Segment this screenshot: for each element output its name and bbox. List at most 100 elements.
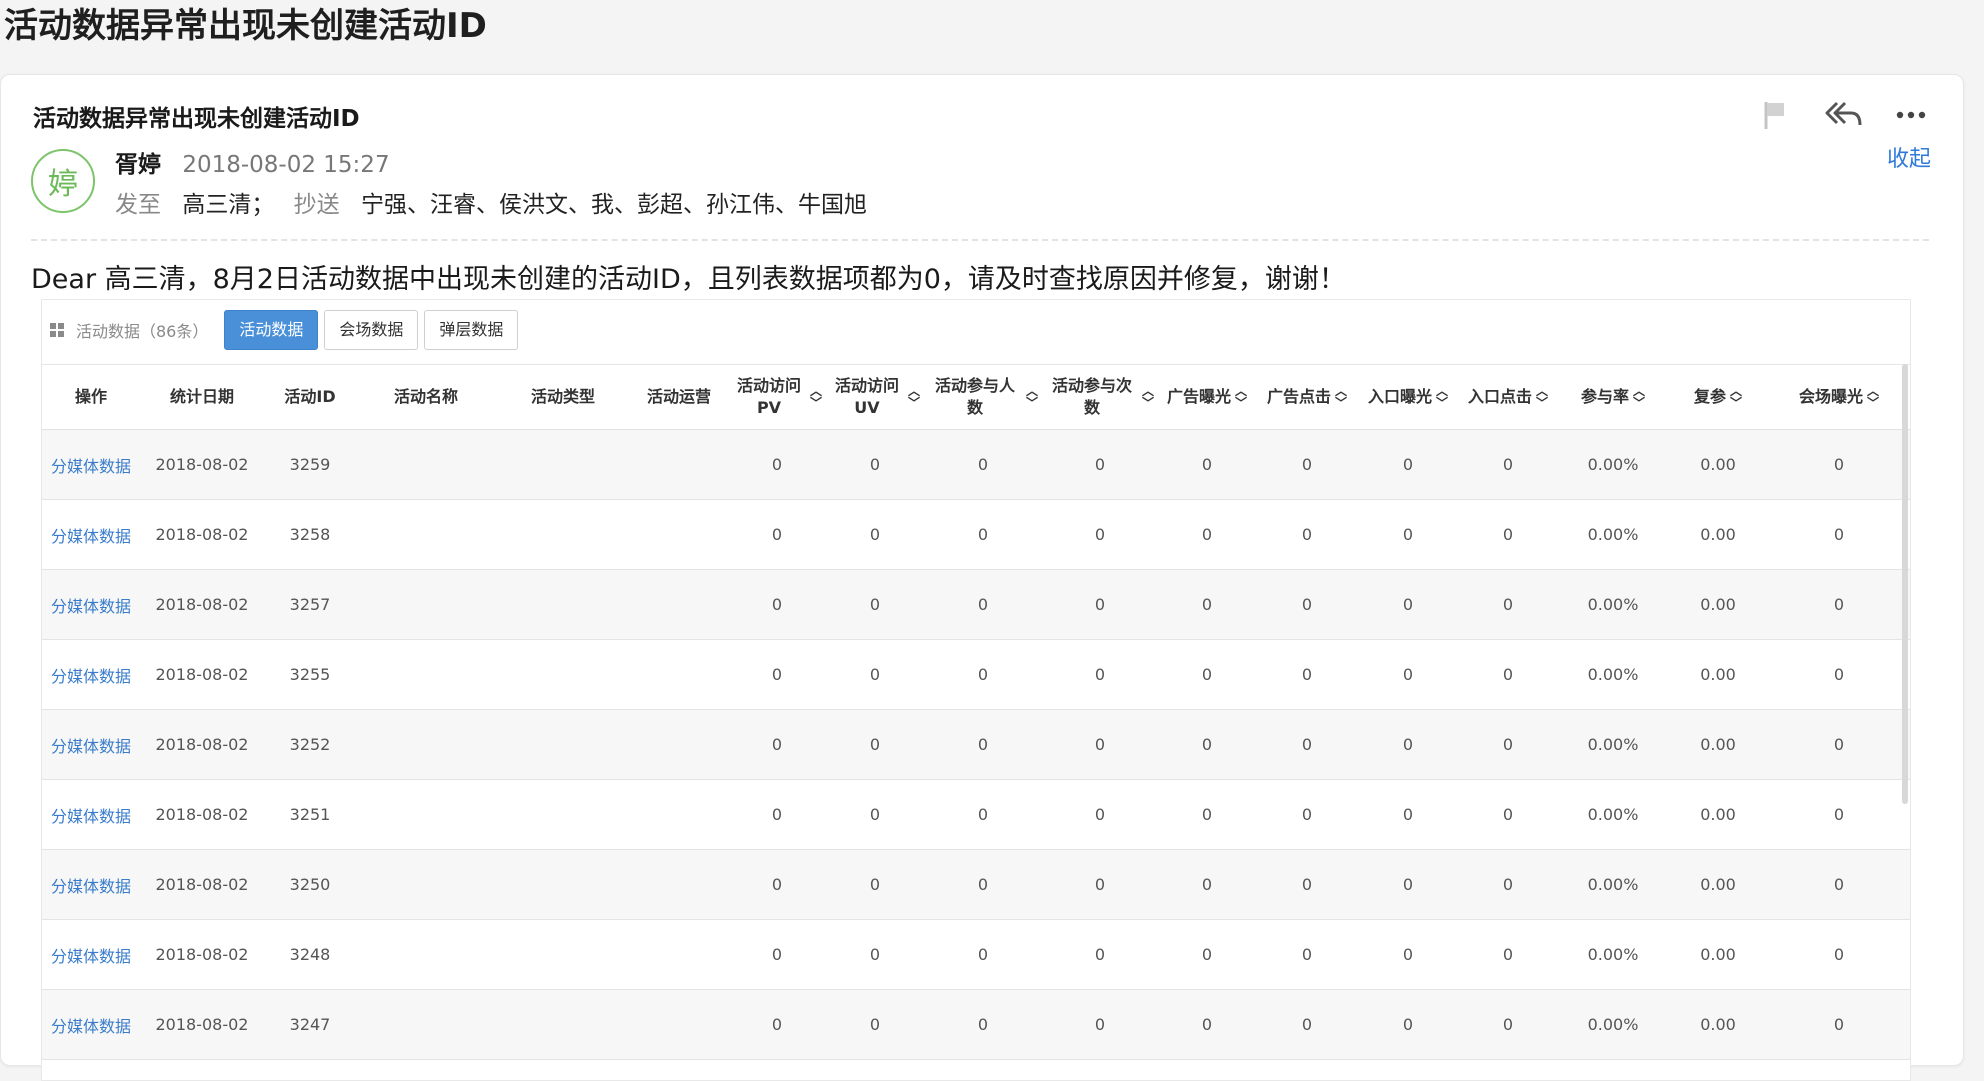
col-header[interactable]: 活动参与次数 ︿ ﹀ bbox=[1042, 364, 1158, 430]
email-actions bbox=[1753, 97, 1933, 133]
cell-ad-click: 0 bbox=[1256, 779, 1358, 850]
media-data-link[interactable]: 分媒体数据 bbox=[51, 807, 131, 826]
sort-icon[interactable]: ︿ ﹀ bbox=[1633, 385, 1645, 409]
media-data-link[interactable]: 分媒体数据 bbox=[51, 1017, 131, 1036]
cell-pv: 0 bbox=[728, 849, 826, 920]
more-icon[interactable] bbox=[1889, 97, 1933, 133]
embedded-data-table: 活动数据（86条） 活动数据 会场数据 弹层数据 操作 统计日期 活动ID 活动… bbox=[41, 299, 1911, 1081]
cell-ad-click: 0 bbox=[1256, 709, 1358, 780]
sort-icon[interactable]: ︿ ﹀ bbox=[1235, 385, 1247, 409]
col-header[interactable]: 活动访问PV ︿ ﹀ bbox=[728, 364, 826, 430]
col-header: 统计日期 bbox=[140, 364, 264, 430]
col-header[interactable]: 会场曝光 ︿ ﹀ bbox=[1768, 364, 1910, 430]
col-header[interactable]: 参与率 ︿ ﹀ bbox=[1558, 364, 1668, 430]
col-header: 操作 bbox=[42, 364, 140, 430]
col-header[interactable]: 复参 ︿ ﹀ bbox=[1668, 364, 1768, 430]
tab-popup-data[interactable]: 弹层数据 bbox=[424, 310, 519, 350]
flag-icon[interactable] bbox=[1753, 97, 1797, 133]
cell-type bbox=[496, 499, 630, 570]
email-card: 活动数据异常出现未创建活动ID 收起 婷 胥婷 2018-08-02 15:27… bbox=[0, 74, 1964, 1081]
media-data-link[interactable]: 分媒体数据 bbox=[51, 947, 131, 966]
cell-repeat: 0.00 bbox=[1668, 569, 1768, 640]
cell-date: 2018-08-02 bbox=[140, 989, 264, 1060]
col-header-label: 活动访问UV bbox=[834, 376, 899, 417]
sort-icon[interactable]: ︿ ﹀ bbox=[1026, 385, 1038, 409]
cell-people: 0 bbox=[924, 709, 1042, 780]
cell-id: 3255 bbox=[264, 639, 356, 710]
col-header[interactable]: 广告曝光 ︿ ﹀ bbox=[1158, 364, 1256, 430]
sort-icon[interactable]: ︿ ﹀ bbox=[1436, 385, 1448, 409]
reply-all-icon[interactable] bbox=[1821, 97, 1865, 133]
vertical-scrollbar[interactable] bbox=[1902, 364, 1908, 804]
table-row: 分媒体数据 2018-08-02 3259 0 0 0 0 0 0 0 0 0.00% 0.00 0 bbox=[42, 429, 1910, 500]
tab-activity-data[interactable]: 活动数据 bbox=[224, 310, 319, 350]
sort-icon[interactable]: ︿ ﹀ bbox=[1867, 385, 1879, 409]
cell-operator bbox=[630, 919, 728, 990]
cell-repeat: 0.00 bbox=[1668, 499, 1768, 570]
sort-icon[interactable]: ︿ ﹀ bbox=[810, 385, 822, 409]
cell-people: 0 bbox=[924, 569, 1042, 640]
cell-people: 0 bbox=[924, 849, 1042, 920]
cc-label: 抄送 bbox=[293, 192, 340, 218]
cell-entry-click: 0 bbox=[1458, 639, 1558, 710]
col-header[interactable]: 广告点击 ︿ ﹀ bbox=[1256, 364, 1358, 430]
cell-operator bbox=[630, 429, 728, 500]
tab-venue-data[interactable]: 会场数据 bbox=[324, 310, 419, 350]
sort-icon[interactable]: ︿ ﹀ bbox=[1142, 385, 1154, 409]
cell-uv: 0 bbox=[826, 779, 924, 850]
table-row: 分媒体数据 2018-08-02 3255 0 0 0 0 0 0 0 0 0.00% 0.00 0 bbox=[42, 639, 1910, 710]
cell-name bbox=[356, 849, 496, 920]
cell-id: 3252 bbox=[264, 709, 356, 780]
cell-pv: 0 bbox=[728, 779, 826, 850]
sort-icon[interactable]: ︿ ﹀ bbox=[1730, 385, 1742, 409]
cell-entry-click: 0 bbox=[1458, 779, 1558, 850]
media-data-link[interactable]: 分媒体数据 bbox=[51, 597, 131, 616]
cell-ad-exp: 0 bbox=[1158, 569, 1256, 640]
cell-times: 0 bbox=[1042, 709, 1158, 780]
cell-type bbox=[496, 639, 630, 710]
cell-action: 分媒体数据 bbox=[42, 429, 140, 500]
cell-id: 3259 bbox=[264, 429, 356, 500]
sender-name[interactable]: 胥婷 bbox=[115, 152, 161, 178]
sort-icon[interactable]: ︿ ﹀ bbox=[1335, 385, 1347, 409]
cell-entry-click: 0 bbox=[1458, 989, 1558, 1060]
col-header[interactable]: 活动参与人数 ︿ ﹀ bbox=[924, 364, 1042, 430]
media-data-link[interactable]: 分媒体数据 bbox=[51, 667, 131, 686]
cell-date: 2018-08-02 bbox=[140, 709, 264, 780]
cell-venue-exp: 0 bbox=[1768, 569, 1910, 640]
page-title: 活动数据异常出现未创建活动ID bbox=[4, 6, 487, 46]
cell-type bbox=[496, 429, 630, 500]
cell-name bbox=[356, 989, 496, 1060]
email-body: Dear 高三清，8月2日活动数据中出现未创建的活动ID，且列表数据项都为0，请… bbox=[31, 264, 1346, 295]
cell-action: 分媒体数据 bbox=[42, 639, 140, 710]
to-recipients[interactable]: 高三清； bbox=[182, 192, 274, 218]
col-header[interactable]: 入口曝光 ︿ ﹀ bbox=[1358, 364, 1458, 430]
col-header-label: 会场曝光 bbox=[1798, 387, 1863, 406]
cell-rate: 0.00% bbox=[1558, 989, 1668, 1060]
table-header-row: 操作 统计日期 活动ID 活动名称 活动类型 活动运营 活动访问PV ︿ ﹀ 活动访… bbox=[42, 364, 1910, 430]
media-data-link[interactable]: 分媒体数据 bbox=[51, 457, 131, 476]
cell-name bbox=[356, 709, 496, 780]
to-label: 发至 bbox=[115, 192, 161, 218]
cell-rate: 0.00% bbox=[1558, 779, 1668, 850]
cell-ad-exp: 0 bbox=[1158, 779, 1256, 850]
sort-icon[interactable]: ︿ ﹀ bbox=[908, 385, 920, 409]
sender-line: 胥婷 2018-08-02 15:27 bbox=[115, 145, 390, 179]
col-header[interactable]: 活动访问UV ︿ ﹀ bbox=[826, 364, 924, 430]
cell-venue-exp: 0 bbox=[1768, 849, 1910, 920]
email-subject: 活动数据异常出现未创建活动ID bbox=[33, 106, 360, 132]
col-header[interactable]: 入口点击 ︿ ﹀ bbox=[1458, 364, 1558, 430]
media-data-link[interactable]: 分媒体数据 bbox=[51, 527, 131, 546]
col-header-label: 入口曝光 bbox=[1367, 387, 1432, 406]
cell-people: 0 bbox=[924, 989, 1042, 1060]
table-caption: 活动数据（86条） bbox=[76, 322, 209, 341]
media-data-link[interactable]: 分媒体数据 bbox=[51, 877, 131, 896]
media-data-link[interactable]: 分媒体数据 bbox=[51, 737, 131, 756]
table-row: 分媒体数据 2018-08-02 3248 0 0 0 0 0 0 0 0 0.00% 0.00 0 bbox=[42, 919, 1910, 990]
cell-name bbox=[356, 569, 496, 640]
cell-action: 分媒体数据 bbox=[42, 499, 140, 570]
collapse-link[interactable]: 收起 bbox=[1887, 141, 1931, 173]
cell-ad-exp: 0 bbox=[1158, 499, 1256, 570]
cc-recipients[interactable]: 宁强、汪睿、侯洪文、我、彭超、孙江伟、牛国旭 bbox=[361, 192, 867, 218]
sort-icon[interactable]: ︿ ﹀ bbox=[1536, 385, 1548, 409]
